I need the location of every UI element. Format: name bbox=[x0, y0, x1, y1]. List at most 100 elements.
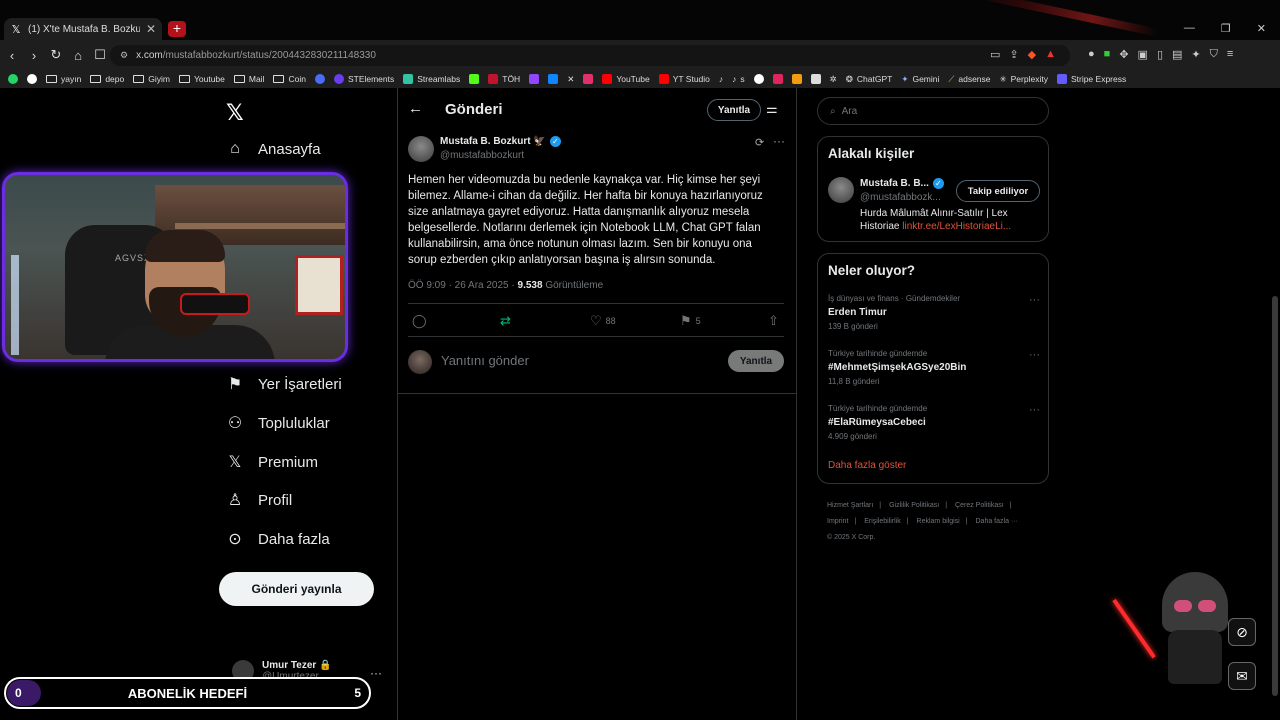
bookmark-action[interactable]: ⚑ 5 bbox=[680, 313, 701, 329]
bookmark-item[interactable]: ✕ bbox=[567, 74, 574, 85]
bookmark-item[interactable]: ✦ Gemini bbox=[901, 74, 939, 85]
bookmark-item[interactable]: TÖH bbox=[488, 74, 520, 84]
sidebar-icon[interactable]: ▯ bbox=[1157, 48, 1163, 61]
bookmark-item[interactable]: YT Studio bbox=[658, 74, 710, 84]
reply-header-button[interactable]: Yanıtla bbox=[707, 99, 761, 121]
reload-icon[interactable]: ↻ bbox=[46, 47, 66, 63]
menu-icon[interactable]: ≡ bbox=[1227, 48, 1233, 61]
repost-action[interactable]: ⇄ bbox=[500, 313, 511, 329]
trend-item[interactable]: İş dünyası ve finans · Gündemdekiler Erd… bbox=[828, 294, 1040, 331]
share-action[interactable]: ⇧ bbox=[768, 313, 779, 329]
browser-tab[interactable]: 𝕏 (1) X'te Mustafa B. Bozkurt 🦅: " ✕ bbox=[4, 18, 162, 40]
new-tab-button[interactable]: + bbox=[168, 21, 186, 37]
avatar[interactable] bbox=[828, 177, 854, 203]
bookmark-item[interactable]: STElements bbox=[333, 74, 394, 84]
bookmark-folder[interactable]: Giyim bbox=[133, 74, 170, 84]
bookmark-item[interactable] bbox=[791, 74, 802, 84]
bookmark-item[interactable] bbox=[753, 74, 764, 84]
bookmark-folder[interactable]: Coin bbox=[273, 74, 306, 84]
account-more-icon[interactable]: ··· bbox=[370, 666, 382, 680]
reply-action[interactable]: ◯ bbox=[412, 313, 427, 329]
messages-floating-icon[interactable]: ✉ bbox=[1228, 662, 1256, 690]
reply-input[interactable]: Yanıtını gönder bbox=[441, 353, 529, 368]
related-handle[interactable]: @mustafabbozk... bbox=[860, 192, 941, 203]
bookmark-folder[interactable]: depo bbox=[90, 74, 124, 84]
more-icon[interactable]: ··· bbox=[1029, 349, 1040, 361]
author-name[interactable]: Mustafa B. Bozkurt 🦅 ✓ bbox=[440, 136, 561, 147]
back-arrow-icon[interactable]: ← bbox=[408, 100, 423, 117]
puzzle-icon[interactable]: ✥ bbox=[1119, 48, 1128, 61]
bookmark-item[interactable] bbox=[469, 74, 480, 84]
close-window-icon[interactable]: ✕ bbox=[1257, 22, 1266, 35]
sidebar-item-premium[interactable]: 𝕏 Premium bbox=[226, 452, 318, 472]
bookmark-google[interactable] bbox=[27, 74, 37, 84]
following-button[interactable]: Takip ediliyor bbox=[956, 180, 1040, 202]
bookmark-item[interactable] bbox=[772, 74, 783, 84]
brave-shield-icon[interactable]: ◆ bbox=[1028, 48, 1036, 61]
x-logo-icon[interactable]: 𝕏 bbox=[226, 100, 244, 126]
trend-item[interactable]: Türkiye tarihinde gündemde #ElaRümeysaCe… bbox=[828, 404, 1040, 441]
reply-submit-button[interactable]: Yanıtla bbox=[728, 350, 784, 372]
screen-icon[interactable]: ▭ bbox=[990, 48, 1000, 61]
grok-icon[interactable]: ⟳ bbox=[755, 136, 764, 149]
bookmark-item[interactable]: Stripe Express bbox=[1056, 74, 1126, 84]
bookmark-item[interactable]: ♪ s bbox=[732, 74, 745, 84]
search-input[interactable]: ⌕ Ara bbox=[817, 97, 1049, 125]
share-icon[interactable]: ⇪ bbox=[1009, 48, 1018, 61]
bookmark-whatsapp[interactable] bbox=[8, 74, 18, 84]
back-icon[interactable]: ‹ bbox=[2, 48, 22, 63]
bookmark-item[interactable] bbox=[314, 74, 325, 84]
grok-floating-icon[interactable]: ⊘ bbox=[1228, 618, 1256, 646]
sliders-icon[interactable]: ⚌ bbox=[766, 101, 778, 117]
bookmark-item[interactable] bbox=[810, 74, 821, 84]
bookmark-folder[interactable]: Mail bbox=[233, 74, 264, 84]
bookmark-page-icon[interactable]: ☐ bbox=[90, 47, 110, 63]
show-more-link[interactable]: Daha fazla göster bbox=[828, 460, 906, 471]
bookmark-item[interactable]: ⟋ adsense bbox=[948, 74, 990, 85]
vpn-icon[interactable]: ⛉ bbox=[1210, 48, 1218, 61]
sidebar-item-bookmarks[interactable]: ⚑ Yer İşaretleri bbox=[226, 374, 342, 394]
forward-icon[interactable]: › bbox=[24, 48, 44, 63]
extension-icon[interactable]: ● bbox=[1088, 48, 1095, 61]
close-tab-icon[interactable]: ✕ bbox=[146, 22, 156, 36]
trend-item[interactable]: Türkiye tarihinde gündemde #MehmetŞimşek… bbox=[828, 349, 1040, 386]
sidebar-item-communities[interactable]: ⚇ Topluluklar bbox=[226, 413, 330, 433]
leo-icon[interactable]: ✦ bbox=[1191, 48, 1200, 61]
scrollbar[interactable] bbox=[1270, 88, 1280, 720]
sidebar-item-more[interactable]: ⊙ Daha fazla bbox=[226, 529, 329, 549]
folder-icon bbox=[133, 75, 145, 83]
bookmark-folder[interactable]: yayın bbox=[46, 74, 81, 84]
sidebar-item-home[interactable]: ⌂ Anasayfa bbox=[226, 140, 320, 158]
sidebar-item-profile[interactable]: ♙ Profil bbox=[226, 490, 292, 510]
minimize-icon[interactable]: — bbox=[1184, 22, 1195, 35]
bio-link[interactable]: linktr.ee/LexHistoriaeLi... bbox=[902, 221, 1011, 232]
bookmark-item[interactable]: ✳ Perplexity bbox=[1000, 74, 1048, 85]
extension-icon[interactable]: ■ bbox=[1104, 48, 1111, 61]
site-info-icon[interactable]: ⚙ bbox=[120, 50, 128, 61]
more-icon[interactable]: ··· bbox=[773, 134, 785, 148]
bookmark-item[interactable]: ❂ ChatGPT bbox=[846, 74, 893, 85]
rewards-icon[interactable]: ▲ bbox=[1045, 48, 1056, 61]
bookmark-item[interactable]: YouTube bbox=[602, 74, 650, 84]
bookmark-folder[interactable]: Youtube bbox=[178, 74, 225, 84]
post-button[interactable]: Gönderi yayınla bbox=[219, 572, 374, 606]
more-icon[interactable]: ··· bbox=[1029, 294, 1040, 306]
address-bar[interactable]: ⚙ x.com/mustafabbozkurt/status/200443283… bbox=[110, 45, 1070, 66]
home-browser-icon[interactable]: ⌂ bbox=[68, 48, 88, 63]
bookmark-item[interactable]: ♪ bbox=[719, 74, 723, 84]
extension-icon[interactable]: ▣ bbox=[1138, 48, 1148, 61]
bookmark-item[interactable] bbox=[529, 74, 540, 84]
maximize-icon[interactable]: ❐ bbox=[1221, 22, 1231, 35]
scrollbar-thumb[interactable] bbox=[1272, 296, 1278, 696]
more-icon[interactable]: ··· bbox=[1029, 404, 1040, 416]
like-action[interactable]: ♡ 88 bbox=[590, 313, 616, 329]
tweet-time[interactable]: ÖÖ 9:09 · 26 Ara 2025 · bbox=[408, 280, 518, 291]
author-avatar[interactable] bbox=[408, 136, 434, 162]
bookmark-item[interactable] bbox=[548, 74, 559, 84]
bookmark-item[interactable] bbox=[583, 74, 594, 84]
related-name[interactable]: Mustafa B. B... ✓ bbox=[860, 178, 944, 189]
wallet-icon[interactable]: ▤ bbox=[1172, 48, 1182, 61]
bookmark-item[interactable]: ✲ bbox=[830, 74, 837, 85]
bookmark-item[interactable]: Streamlabs bbox=[403, 74, 460, 84]
author-handle[interactable]: @mustafabbozkurt bbox=[440, 150, 524, 161]
